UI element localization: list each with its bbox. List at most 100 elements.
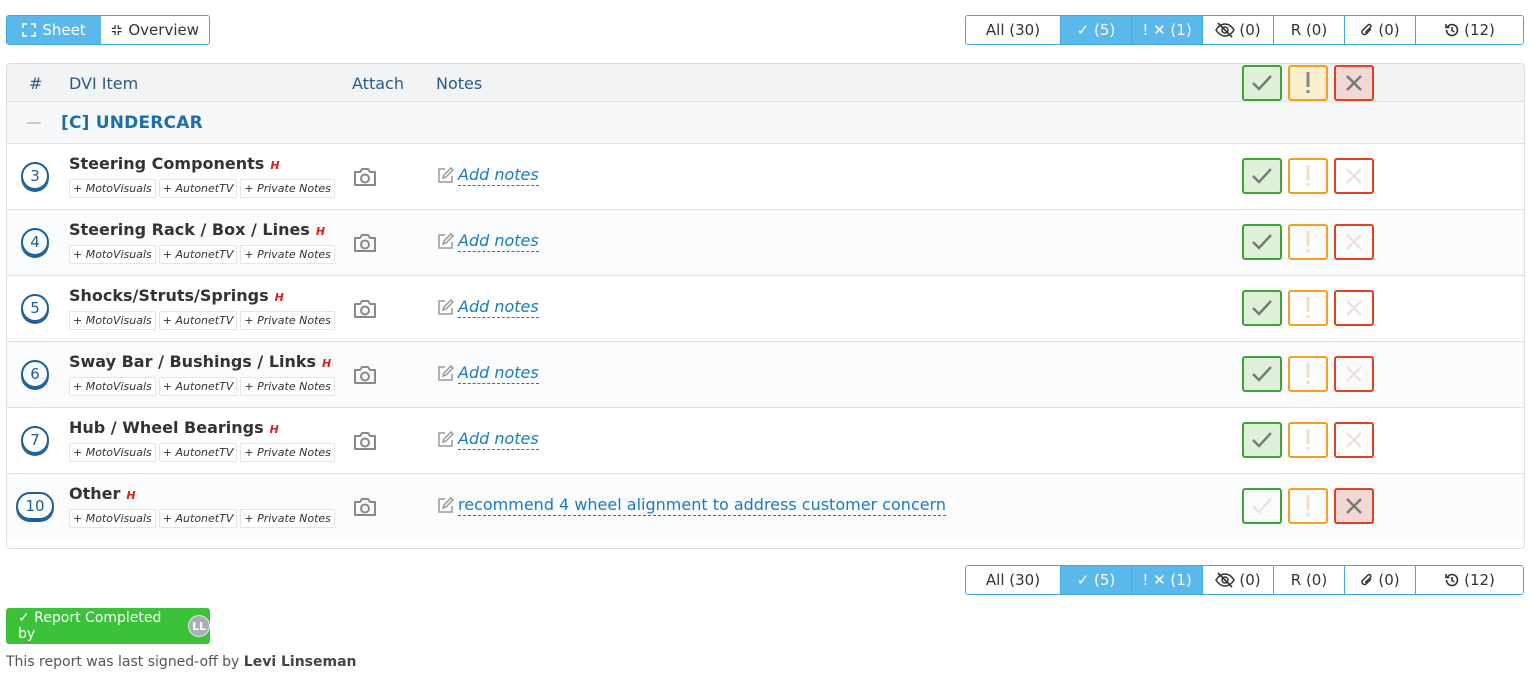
tag-link[interactable]: + MotoVisuals — [69, 245, 156, 264]
x-icon — [1346, 366, 1362, 382]
status-warn-button[interactable] — [1288, 224, 1328, 260]
item-tags: + MotoVisuals + AutonetTV + Private Notes — [69, 509, 335, 528]
notes-cell: Add notes — [437, 429, 539, 450]
tag-link[interactable]: + MotoVisuals — [69, 179, 156, 198]
report-completed-label: ✓ Report Completed by — [18, 610, 162, 642]
tag-link[interactable]: + Private Notes — [240, 245, 335, 264]
tag-link[interactable]: + Private Notes — [240, 179, 335, 198]
status-ok-button[interactable] — [1242, 488, 1282, 524]
filter-attach-button[interactable]: (0) — [1344, 16, 1415, 44]
tag-link[interactable]: + AutonetTV — [158, 311, 238, 330]
camera-icon[interactable] — [352, 495, 378, 519]
sheet-view-button[interactable]: Sheet — [7, 16, 101, 44]
notes-link[interactable]: Add notes — [458, 363, 539, 384]
status-bad-button[interactable] — [1334, 224, 1374, 260]
collapse-icon[interactable] — [27, 122, 41, 124]
tag-link[interactable]: + Private Notes — [240, 311, 335, 330]
camera-icon[interactable] — [352, 297, 378, 321]
tag-link[interactable]: + Private Notes — [240, 443, 335, 462]
header-dvi-item: DVI Item — [69, 73, 139, 93]
check-icon — [1252, 498, 1272, 514]
x-icon — [1346, 234, 1362, 250]
item-number-badge: 10 — [16, 492, 54, 520]
tag-link[interactable]: + MotoVisuals — [69, 443, 156, 462]
dvi-table: # DVI Item Attach Notes [C] UNDERCAR 3 S… — [6, 63, 1525, 549]
x-icon — [1346, 432, 1362, 448]
tag-link[interactable]: + MotoVisuals — [69, 377, 156, 396]
tag-link[interactable]: + AutonetTV — [158, 179, 238, 198]
camera-icon[interactable] — [352, 363, 378, 387]
item-number-badge: 6 — [21, 360, 49, 388]
filter-attach-button[interactable]: (0) — [1344, 566, 1415, 594]
item-name: Steering Rack / Box / Lines H — [69, 220, 325, 239]
filter-hidden-button[interactable]: (0) — [1202, 16, 1273, 44]
check-icon — [1252, 234, 1272, 250]
item-name-text: Sway Bar / Bushings / Links — [69, 352, 317, 371]
filter-all-button[interactable]: All (30) — [966, 16, 1060, 44]
status-ok-button[interactable] — [1242, 290, 1282, 326]
exclamation-icon — [1306, 363, 1310, 384]
filter-history-button[interactable]: (12) — [1415, 566, 1523, 594]
tag-link[interactable]: + AutonetTV — [158, 509, 238, 528]
filter-warn-button[interactable]: ! ✕ (1) — [1131, 566, 1202, 594]
notes-link[interactable]: Add notes — [458, 231, 539, 252]
camera-icon[interactable] — [352, 231, 378, 255]
item-tags: + MotoVisuals + AutonetTV + Private Notes — [69, 245, 335, 264]
table-row: 5 Shocks/Struts/Springs H + MotoVisuals +… — [7, 276, 1524, 342]
status-warn-button[interactable] — [1288, 356, 1328, 392]
filter-ok-button[interactable]: ✓ (5) — [1060, 16, 1131, 44]
overview-view-button[interactable]: Overview — [101, 16, 209, 44]
history-icon — [1445, 23, 1459, 37]
status-bad-button[interactable] — [1334, 422, 1374, 458]
tag-link[interactable]: + AutonetTV — [158, 245, 238, 264]
exclamation-icon — [1306, 297, 1310, 318]
notes-link[interactable]: Add notes — [458, 429, 539, 450]
h-flag: H — [274, 291, 284, 304]
tag-link[interactable]: + Private Notes — [240, 509, 335, 528]
notes-link[interactable]: recommend 4 wheel alignment to address c… — [458, 495, 947, 516]
status-warn-button[interactable] — [1288, 290, 1328, 326]
tag-link[interactable]: + Private Notes — [240, 377, 335, 396]
mark-all-bad-button[interactable] — [1334, 65, 1374, 101]
camera-icon[interactable] — [352, 165, 378, 189]
status-ok-button[interactable] — [1242, 422, 1282, 458]
notes-cell: Add notes — [437, 363, 539, 384]
status-bad-button[interactable] — [1334, 158, 1374, 194]
tag-link[interactable]: + MotoVisuals — [69, 509, 156, 528]
status-warn-button[interactable] — [1288, 488, 1328, 524]
mark-all-ok-button[interactable] — [1242, 65, 1282, 101]
tag-link[interactable]: + AutonetTV — [158, 443, 238, 462]
filter-r-button[interactable]: R (0) — [1273, 16, 1344, 44]
tag-link[interactable]: + MotoVisuals — [69, 311, 156, 330]
mark-all-warn-button[interactable] — [1288, 65, 1328, 101]
tag-link[interactable]: + AutonetTV — [158, 377, 238, 396]
item-tags: + MotoVisuals + AutonetTV + Private Notes — [69, 377, 335, 396]
overview-view-label: Overview — [128, 21, 199, 39]
status-warn-button[interactable] — [1288, 158, 1328, 194]
filter-r-button[interactable]: R (0) — [1273, 566, 1344, 594]
item-name: Steering Components H — [69, 154, 280, 173]
status-warn-button[interactable] — [1288, 422, 1328, 458]
filter-history-button[interactable]: (12) — [1415, 16, 1523, 44]
filter-ok-button[interactable]: ✓ (5) — [1060, 566, 1131, 594]
item-name: Other H — [69, 484, 136, 503]
filter-bar-bottom: All (30) ✓ (5) ! ✕ (1) (0) R (0) (0) (12… — [965, 565, 1524, 595]
status-bad-button[interactable] — [1334, 290, 1374, 326]
h-flag: H — [322, 357, 332, 370]
report-completed-button[interactable]: ✓ Report Completed by LL — [6, 608, 210, 644]
filter-hidden-button[interactable]: (0) — [1202, 566, 1273, 594]
notes-cell: Add notes — [437, 165, 539, 186]
filter-all-button[interactable]: All (30) — [966, 566, 1060, 594]
item-number-badge: 3 — [21, 162, 49, 190]
notes-link[interactable]: Add notes — [458, 297, 539, 318]
status-ok-button[interactable] — [1242, 356, 1282, 392]
status-ok-button[interactable] — [1242, 158, 1282, 194]
camera-icon[interactable] — [352, 429, 378, 453]
status-bad-button[interactable] — [1334, 356, 1374, 392]
notes-link[interactable]: Add notes — [458, 165, 539, 186]
status-ok-button[interactable] — [1242, 224, 1282, 260]
filter-warn-button[interactable]: ! ✕ (1) — [1131, 16, 1202, 44]
item-tags: + MotoVisuals + AutonetTV + Private Notes — [69, 311, 335, 330]
status-bad-button[interactable] — [1334, 488, 1374, 524]
signoff-name: Levi Linseman — [243, 654, 357, 670]
